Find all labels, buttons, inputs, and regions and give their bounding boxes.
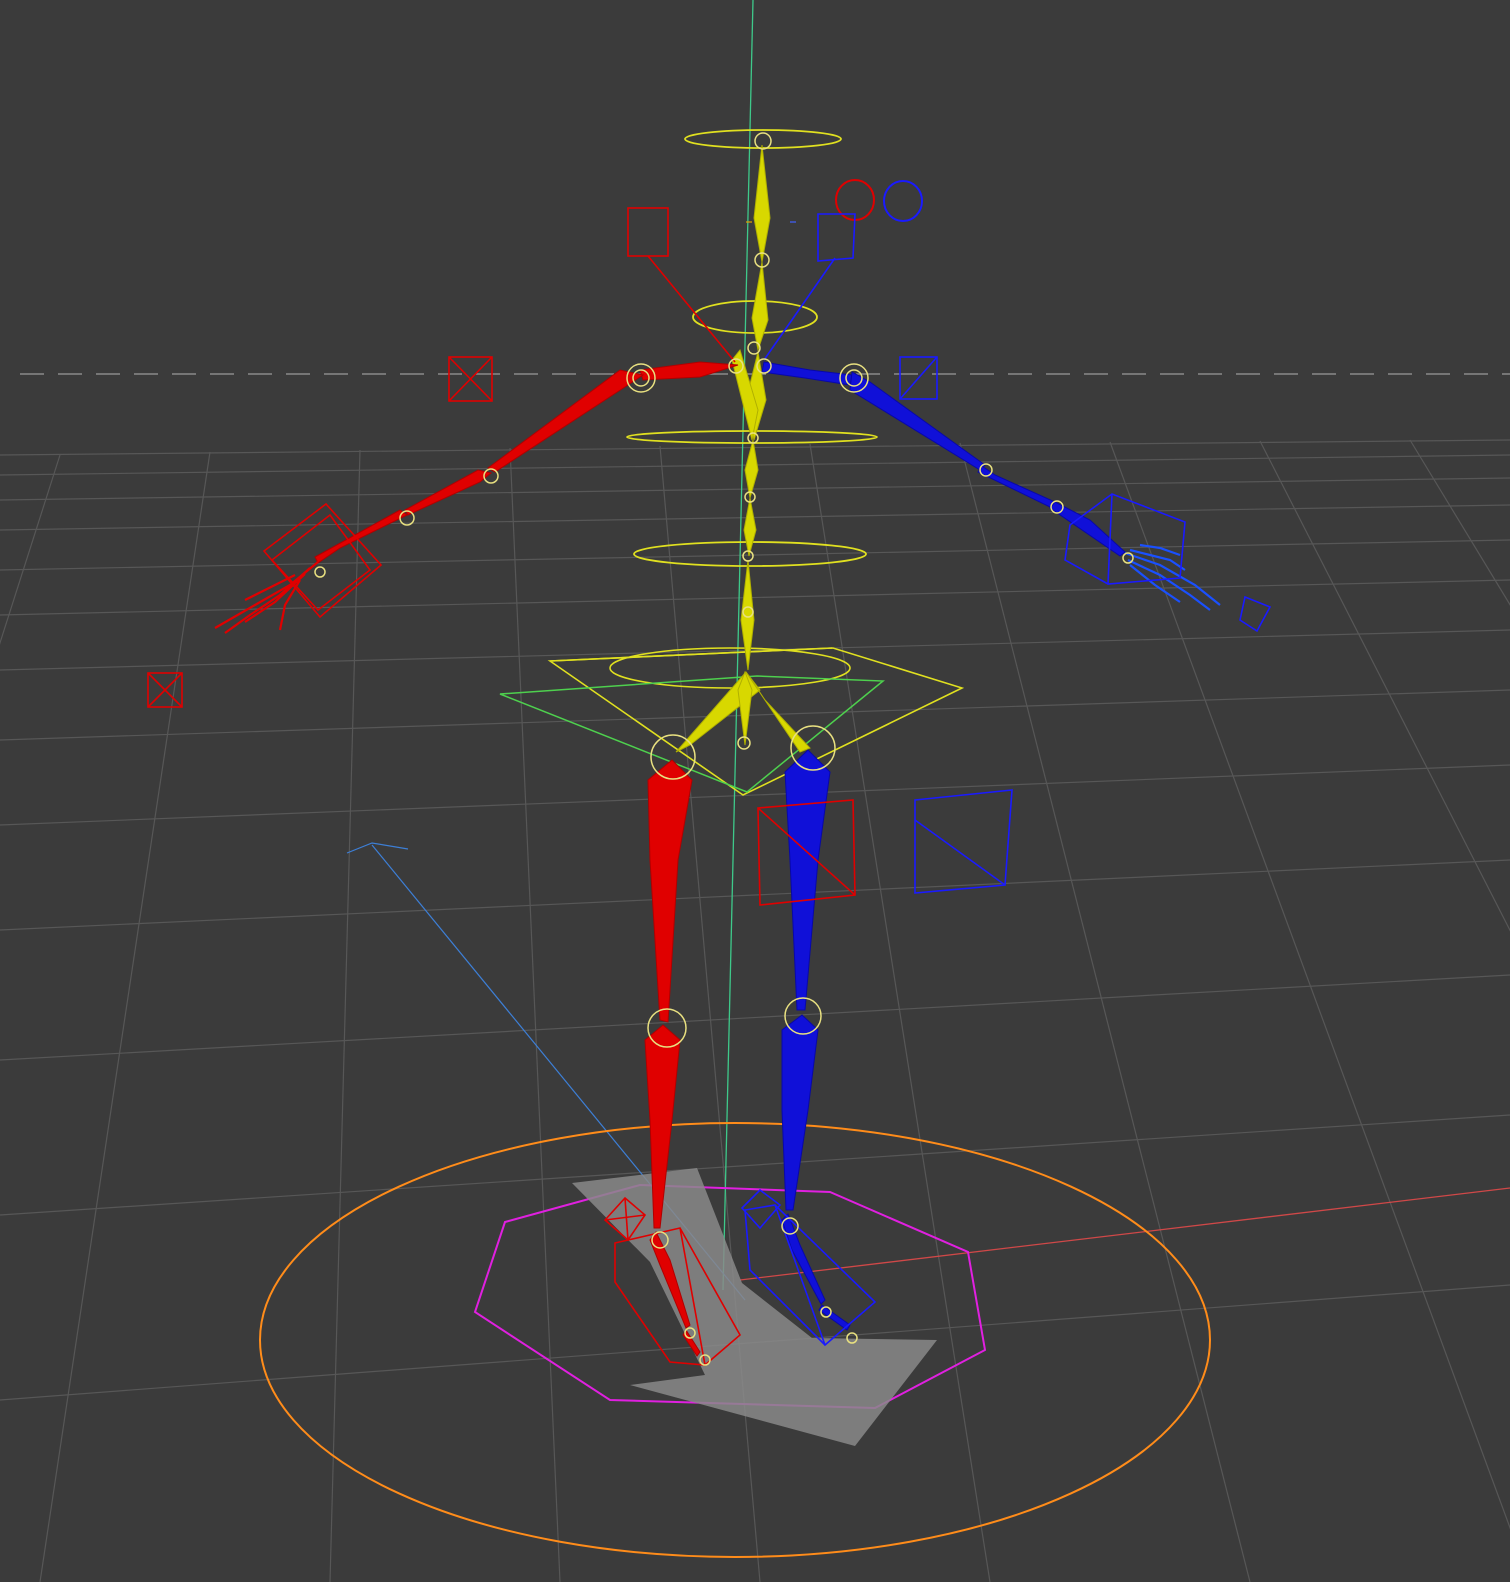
rig-scene[interactable] <box>0 0 1510 1582</box>
3d-viewport[interactable] <box>0 0 1510 1582</box>
right-arm-bones[interactable] <box>761 361 1126 557</box>
joint-markers[interactable] <box>314 132 1134 1366</box>
right-fk-circle[interactable] <box>883 180 923 222</box>
foot-shadow <box>572 1168 937 1446</box>
world-x-axis <box>739 1187 1510 1281</box>
hips-control[interactable] <box>547 647 965 796</box>
left-arm-bones[interactable] <box>314 361 739 564</box>
right-hand-fingers[interactable] <box>1124 543 1221 611</box>
right-leg-bones[interactable] <box>781 749 851 1331</box>
